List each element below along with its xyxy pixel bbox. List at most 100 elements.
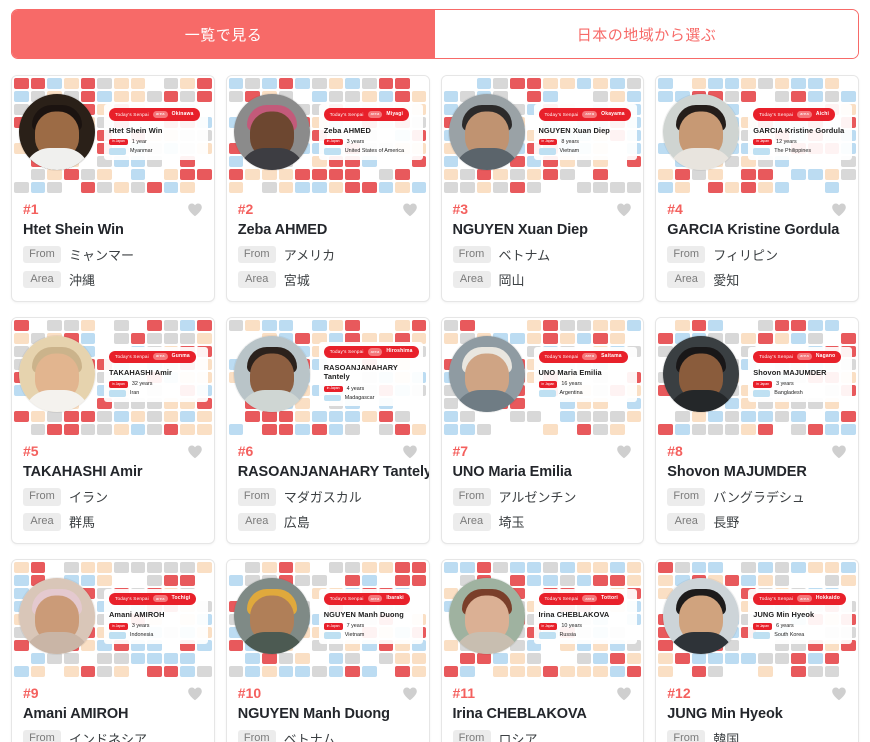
tab-region-view[interactable]: 日本の地域から選ぶ — [435, 10, 858, 58]
rank-row: #9 — [23, 686, 203, 701]
senpai-name: Htet Shein Win — [23, 222, 124, 238]
area-row: Area 宮城 — [237, 270, 418, 289]
senpai-thumbnail[interactable]: Today's Senpai area Hiroshima RASOANJANAHAR… — [226, 318, 429, 438]
from-row: From フィリピン — [667, 245, 847, 264]
thumbnail-years-value: 10 years — [561, 623, 583, 630]
senpai-thumbnail[interactable]: Today's Senpai area Nagano Shovon MAJUMDER i… — [656, 318, 858, 438]
senpai-card[interactable]: Today's Senpai area Tottori Irina CHEBLAKOV… — [440, 559, 645, 742]
senpai-card[interactable]: Today's Senpai area Tochigi Amani AMIROH in … — [11, 559, 215, 742]
heart-icon[interactable] — [831, 202, 847, 217]
thumbnail-country-value: South Korea — [774, 632, 805, 639]
badge-area-key: area — [797, 595, 812, 603]
senpai-card[interactable]: Today's Senpai area Miyagi Zeba AHMED in Jap… — [225, 75, 430, 303]
thumbnail-country-value: Vietnam — [559, 148, 580, 155]
thumbnail-badge-row: Today's Senpai area Hiroshima — [323, 345, 419, 359]
senpai-thumbnail[interactable]: Today's Senpai area Hokkaido JUNG Min Hyeok… — [656, 560, 858, 680]
senpai-thumbnail[interactable]: Today's Senpai area Okayama NGUYEN Xuan Die… — [441, 76, 644, 195]
thumbnail-meta: in Japan 3 years from Indonesia — [109, 623, 203, 639]
senpai-card[interactable]: Today's Senpai area Aichi GARCIA Kristine G… — [655, 75, 859, 303]
senpai-name: TAKAHASHI Amir — [23, 464, 143, 481]
rank-row: #7 — [453, 444, 633, 459]
thumbnail-content: Today's Senpai area Hokkaido JUNG Min Hyeok… — [662, 573, 852, 659]
thumbnail-country-key: from — [109, 147, 126, 155]
heart-icon[interactable] — [187, 444, 203, 459]
senpai-thumbnail[interactable]: Today's Senpai area Tottori Irina CHEBLAKOV… — [441, 560, 644, 680]
heart-icon[interactable] — [187, 202, 203, 217]
area-value: 広島 — [283, 515, 310, 531]
from-row: From 韓国 — [667, 729, 847, 742]
thumbnail-years-key: in Japan — [109, 623, 128, 630]
from-value: マダガスカル — [283, 490, 362, 506]
thumbnail-caption: Today's Senpai area Okinawa Htet Shein Win i… — [104, 104, 208, 160]
thumbnail-country-line: from Vietnam — [538, 147, 633, 155]
heart-icon[interactable] — [616, 686, 632, 701]
badge-title: Today's Senpai — [329, 349, 364, 355]
thumbnail-country-line: from United States of America — [323, 147, 418, 155]
rank-row: #2 — [238, 202, 418, 217]
senpai-card[interactable]: Today's Senpai area Nagano Shovon MAJUMDER i… — [655, 317, 859, 545]
senpai-thumbnail[interactable]: Today's Senpai area Saitama UNO Maria Emili… — [441, 318, 644, 438]
todays-senpai-badge: Today's Senpai area Aichi — [753, 108, 836, 121]
thumbnail-years-key: in Japan — [109, 380, 128, 388]
badge-title: Today's Senpai — [759, 112, 794, 117]
senpai-thumbnail[interactable]: Today's Senpai area Miyagi Zeba AHMED in Jap… — [226, 76, 429, 195]
heart-icon[interactable] — [402, 202, 418, 217]
thumbnail-years-line: in Japan 12 years — [753, 138, 847, 146]
thumbnail-years-line: in Japan 3 years — [753, 380, 847, 388]
senpai-card[interactable]: Today's Senpai area Okayama NGUYEN Xuan Die… — [440, 75, 645, 303]
from-value: インドネシア — [69, 732, 148, 742]
rank-row: #10 — [238, 686, 418, 701]
thumbnail-years-key: in Japan — [538, 380, 558, 388]
from-label: From — [23, 245, 61, 264]
thumbnail-country-value: The Philippines — [774, 148, 812, 155]
senpai-card[interactable]: Today's Senpai area Okinawa Htet Shein Win i… — [11, 75, 215, 303]
senpai-thumbnail[interactable]: Today's Senpai area Tochigi Amani AMIROH in … — [12, 560, 214, 680]
active-tab-caret-icon — [216, 58, 232, 59]
thumbnail-meta: in Japan 6 years from South Korea — [753, 623, 847, 639]
card-body: #1 Htet Shein Win From ミャンマー Area 沖縄 — [12, 195, 214, 301]
rank-number: #11 — [452, 685, 476, 702]
card-body: #7 UNO Maria Emilia From アルゼンチン Area 埼玉 — [442, 437, 644, 543]
todays-senpai-badge: Today's Senpai area Hokkaido — [753, 592, 846, 605]
heart-icon[interactable] — [616, 444, 632, 459]
thumbnail-meta: in Japan 7 years from Vietnam — [323, 623, 418, 639]
heart-icon[interactable] — [402, 686, 418, 701]
thumbnail-content: Today's Senpai area Nagano Shovon MAJUMDER i… — [662, 331, 852, 417]
thumbnail-meta: in Japan 10 years from Russia — [538, 623, 633, 639]
area-row: Area 長野 — [667, 512, 847, 531]
area-value: 群馬 — [69, 515, 96, 531]
thumbnail-years-key: in Japan — [323, 138, 343, 146]
thumbnail-country-key: from — [538, 147, 556, 155]
avatar — [18, 577, 96, 656]
thumbnail-years-key: in Japan — [538, 623, 558, 630]
from-row: From ベトナム — [452, 245, 633, 264]
thumbnail-name: Shovon MAJUMDER — [753, 367, 827, 377]
badge-title: Today's Senpai — [544, 354, 579, 360]
senpai-thumbnail[interactable]: Today's Senpai area Ibaraki NGUYEN Manh Duo… — [226, 560, 429, 680]
from-row: From ミャンマー — [23, 245, 203, 264]
heart-icon[interactable] — [402, 444, 418, 459]
avatar — [662, 93, 741, 171]
heart-icon[interactable] — [187, 686, 203, 701]
senpai-name: Amani AMIROH — [23, 706, 129, 723]
senpai-card[interactable]: Today's Senpai area Hiroshima RASOANJANAHAR… — [225, 317, 430, 545]
senpai-card[interactable]: Today's Senpai area Saitama UNO Maria Emili… — [440, 317, 645, 545]
badge-title: Today's Senpai — [759, 596, 794, 602]
senpai-thumbnail[interactable]: Today's Senpai area Gunma TAKAHASHI Amir in … — [12, 318, 214, 438]
heart-icon[interactable] — [616, 202, 632, 217]
heart-icon[interactable] — [831, 444, 847, 459]
badge-area-key: area — [152, 352, 168, 361]
senpai-thumbnail[interactable]: Today's Senpai area Aichi GARCIA Kristine G… — [656, 76, 858, 195]
area-label: Area — [23, 270, 61, 289]
senpai-card[interactable]: Today's Senpai area Hokkaido JUNG Min Hyeok… — [655, 559, 859, 742]
thumbnail-years-value: 8 years — [561, 139, 580, 146]
senpai-card[interactable]: Today's Senpai area Ibaraki NGUYEN Manh Duo… — [225, 559, 430, 742]
senpai-card[interactable]: Today's Senpai area Gunma TAKAHASHI Amir in … — [11, 317, 215, 545]
heart-icon[interactable] — [831, 686, 847, 701]
area-row: Area 愛知 — [667, 270, 847, 289]
thumbnail-caption: Today's Senpai area Nagano Shovon MAJUMDER i… — [748, 346, 852, 402]
thumbnail-meta: in Japan 16 years from Argentina — [538, 380, 633, 397]
tab-list-view[interactable]: 一覧で見る — [12, 10, 435, 58]
thumbnail-country-line: from The Philippines — [753, 147, 847, 155]
senpai-thumbnail[interactable]: Today's Senpai area Okinawa Htet Shein Win i… — [12, 76, 214, 195]
